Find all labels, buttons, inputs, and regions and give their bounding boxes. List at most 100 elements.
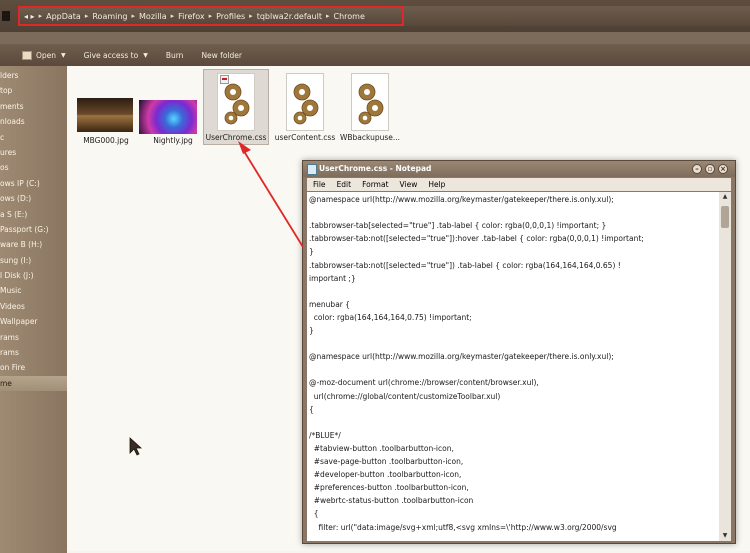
document-icon [351, 73, 389, 131]
nav-item[interactable]: Passport (G:) [0, 222, 67, 237]
nav-item[interactable]: rams [0, 330, 67, 345]
breadcrumb-separator-icon[interactable]: ▸ [85, 12, 89, 20]
breadcrumb-item[interactable]: tqblwa2r.default [257, 12, 322, 21]
navigation-pane: lders top ments nloads c ures os ows IP (C:) ows… [0, 66, 67, 553]
nav-item[interactable]: Music [0, 283, 67, 298]
scroll-down-icon[interactable]: ▼ [719, 531, 731, 541]
text-line: important ;} [309, 273, 356, 283]
notepad-text-area[interactable]: @namespace url(http://www.mozilla.org/ke… [307, 192, 719, 541]
address-band: ◂ ▸ ▸ AppData ▸ Roaming ▸ Mozilla ▸ Firefox ▸ Pro… [0, 0, 750, 32]
text-line: @namespace url(http://www.mozilla.org/ke… [309, 195, 614, 204]
text-line: #save-page-button .toolbarbutton-icon, [309, 457, 464, 466]
nav-item[interactable]: ows (D:) [0, 191, 67, 206]
notepad-titlebar[interactable]: UserChrome.css - Notepad – ▫ × [303, 161, 735, 177]
text-line: { [309, 404, 314, 414]
text-line: menubar { [309, 299, 351, 309]
nav-item[interactable]: ware B (H:) [0, 237, 67, 252]
breadcrumb-item[interactable]: Mozilla [139, 12, 167, 21]
nav-back-chevrons-icon[interactable]: ◂ ▸ [24, 12, 35, 21]
open-button[interactable]: Open ▼ [22, 50, 66, 60]
notepad-window[interactable]: UserChrome.css - Notepad – ▫ × File Edit F… [302, 160, 736, 544]
nav-item[interactable]: Wallpaper [0, 314, 67, 329]
file-label: userContent.css [274, 133, 336, 142]
notepad-icon [307, 164, 317, 175]
menu-edit[interactable]: Edit [337, 180, 352, 189]
nav-item[interactable]: c [0, 130, 67, 145]
breadcrumb-item[interactable]: Roaming [92, 12, 127, 21]
text-line: #developer-button .toolbarbutton-icon, [309, 470, 462, 480]
nav-item[interactable]: ments [0, 99, 67, 114]
nav-item[interactable]: ures [0, 145, 67, 160]
breadcrumb-separator-icon[interactable]: ▸ [326, 12, 330, 20]
menu-format[interactable]: Format [362, 180, 388, 189]
notepad-menubar: File Edit Format View Help [307, 178, 731, 191]
maximize-button[interactable]: ▫ [705, 164, 715, 174]
text-line: url(chrome://global/content/customizeToo… [309, 391, 501, 401]
scroll-thumb[interactable] [721, 206, 729, 228]
nav-item[interactable]: l Disk (J:) [0, 268, 67, 283]
address-bar[interactable]: ◂ ▸ ▸ AppData ▸ Roaming ▸ Mozilla ▸ Firefox ▸ Pro… [18, 6, 404, 26]
file-label: WBbackupuse... [339, 133, 401, 142]
address-bar-empty[interactable] [404, 6, 750, 26]
nav-item[interactable]: me [0, 375, 67, 392]
open-icon [22, 50, 32, 60]
menu-help[interactable]: Help [428, 180, 445, 189]
minimize-button[interactable]: – [692, 164, 702, 174]
mouse-cursor-icon [129, 437, 143, 456]
file-label: MBG000.jpg [83, 136, 129, 145]
breadcrumb-separator-icon[interactable]: ▸ [171, 12, 175, 20]
nav-item[interactable]: top [0, 83, 67, 98]
chevron-down-icon: ▼ [61, 51, 66, 59]
file-label: UserChrome.css [205, 133, 267, 142]
image-thumbnail [139, 100, 197, 134]
chevron-down-icon: ▼ [143, 51, 148, 59]
text-line: /*BLUE*/ [309, 430, 341, 440]
gears-icon [224, 83, 250, 125]
nav-item[interactable]: a S (E:) [0, 207, 67, 222]
breadcrumb-item[interactable]: Profiles [216, 12, 245, 21]
window-title: UserChrome.css - Notepad [319, 164, 432, 173]
text-line: { [309, 509, 319, 519]
burn-button[interactable]: Burn [166, 51, 184, 60]
nav-item[interactable]: on Fire [0, 360, 67, 375]
text-line: filter: url("data:image/svg+xml;utf8,<sv… [309, 522, 617, 532]
close-button[interactable]: × [718, 164, 728, 174]
command-bar: Open ▼ Give access to ▼ Burn New folder [0, 44, 750, 66]
nav-item[interactable]: rams [0, 345, 67, 360]
text-line: color: rgba(164,164,164,0.75) !important… [309, 312, 472, 322]
toolbar-strip [0, 32, 750, 44]
scroll-up-icon[interactable]: ▲ [719, 192, 731, 202]
new-folder-button[interactable]: New folder [201, 51, 242, 60]
breadcrumb-item[interactable]: Firefox [178, 12, 204, 21]
image-thumbnail [77, 98, 133, 132]
gears-icon [358, 83, 384, 125]
nav-item[interactable]: os [0, 160, 67, 175]
text-line: @-moz-document url(chrome://browser/cont… [309, 378, 539, 388]
breadcrumb-separator-icon[interactable]: ▸ [39, 12, 43, 20]
nav-item[interactable]: sung (I:) [0, 253, 67, 268]
gears-icon [293, 83, 319, 125]
breadcrumb-separator-icon[interactable]: ▸ [132, 12, 136, 20]
breadcrumb-item[interactable]: AppData [46, 12, 81, 21]
text-line: @namespace url(http://www.mozilla.org/ke… [309, 352, 614, 362]
menu-view[interactable]: View [400, 180, 418, 189]
text-line: #tabview-button .toolbarbutton-icon, [309, 443, 454, 453]
breadcrumb-item[interactable]: Chrome [334, 12, 365, 21]
text-line: #webrtc-status-button .toolbarbutton-ico… [309, 496, 474, 506]
text-line: .tabbrowser-tab:not([selected="true"]):h… [309, 234, 644, 244]
css-document-icon [286, 73, 324, 131]
nav-item[interactable]: Videos [0, 299, 67, 314]
text-line: .tabbrowser-tab:not([selected="true"]) .… [309, 260, 621, 270]
text-line: } [309, 326, 314, 335]
nav-item[interactable]: lders [0, 68, 67, 83]
css-document-icon [217, 73, 255, 131]
explorer-icon [2, 11, 10, 21]
give-access-button[interactable]: Give access to ▼ [84, 51, 148, 60]
breadcrumb-separator-icon[interactable]: ▸ [209, 12, 213, 20]
nav-item[interactable]: nloads [0, 114, 67, 129]
breadcrumb-separator-icon[interactable]: ▸ [249, 12, 253, 20]
nav-item[interactable]: ows IP (C:) [0, 176, 67, 191]
text-line: } [309, 247, 314, 257]
vertical-scrollbar[interactable]: ▲ ▼ [719, 192, 731, 541]
menu-file[interactable]: File [313, 180, 326, 189]
